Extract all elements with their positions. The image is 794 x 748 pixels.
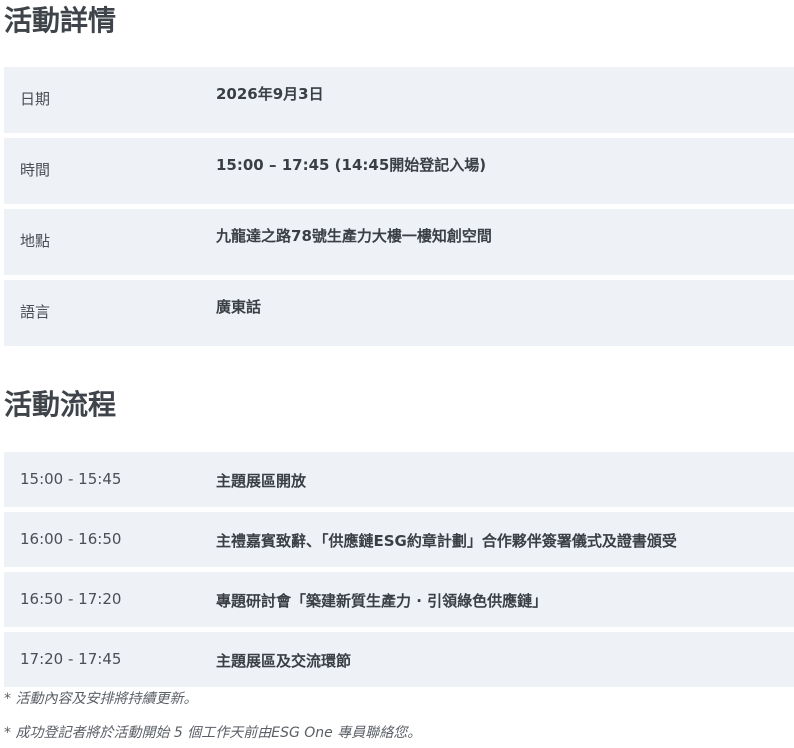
schedule-row: 15:00 - 15:45 主題展區開放 — [4, 452, 794, 507]
detail-value: 廣東話 — [216, 298, 262, 316]
detail-value: 2026年9月3日 — [216, 85, 324, 103]
schedule-item: 主題展區開放 — [216, 472, 307, 490]
schedule-item: 專題研討會「築建新質生產力 · 引領綠色供應鏈」 — [216, 592, 548, 610]
schedule-row: 17:20 - 17:45 主題展區及交流環節 — [4, 632, 794, 687]
event-schedule-table: 15:00 - 15:45 主題展區開放 16:00 - 16:50 主禮嘉賓致… — [4, 452, 794, 692]
detail-label: 語言 — [20, 303, 51, 321]
event-schedule-heading: 活動流程 — [4, 388, 117, 421]
detail-label: 地點 — [20, 232, 51, 250]
schedule-row: 16:00 - 16:50 主禮嘉賓致辭、「供應鏈ESG約章計劃」合作夥伴簽署儀… — [4, 512, 794, 567]
schedule-time: 17:20 - 17:45 — [20, 650, 122, 668]
contact-note: * 成功登記者將於活動開始 5 個工作天前由ESG One 專員聯絡您。 — [4, 725, 422, 741]
schedule-time: 16:00 - 16:50 — [20, 530, 122, 548]
detail-row-date: 日期 2026年9月3日 — [4, 67, 794, 133]
update-note: * 活動內容及安排將持續更新。 — [4, 691, 198, 707]
detail-row-time: 時間 15:00 – 17:45 (14:45開始登記入場) — [4, 138, 794, 204]
schedule-time: 15:00 - 15:45 — [20, 470, 122, 488]
detail-value: 九龍達之路78號生產力大樓一樓知創空間 — [216, 227, 492, 245]
detail-value: 15:00 – 17:45 (14:45開始登記入場) — [216, 156, 487, 174]
detail-row-venue: 地點 九龍達之路78號生產力大樓一樓知創空間 — [4, 209, 794, 275]
event-details-heading: 活動詳情 — [4, 4, 117, 37]
schedule-time: 16:50 - 17:20 — [20, 590, 122, 608]
schedule-item: 主題展區及交流環節 — [216, 652, 352, 670]
schedule-item: 主禮嘉賓致辭、「供應鏈ESG約章計劃」合作夥伴簽署儀式及證書頒受 — [216, 532, 677, 550]
event-details-table: 日期 2026年9月3日 時間 15:00 – 17:45 (14:45開始登記… — [4, 67, 794, 351]
schedule-row: 16:50 - 17:20 專題研討會「築建新質生產力 · 引領綠色供應鏈」 — [4, 572, 794, 627]
detail-label: 時間 — [20, 161, 51, 179]
detail-row-language: 語言 廣東話 — [4, 280, 794, 346]
detail-label: 日期 — [20, 90, 51, 108]
